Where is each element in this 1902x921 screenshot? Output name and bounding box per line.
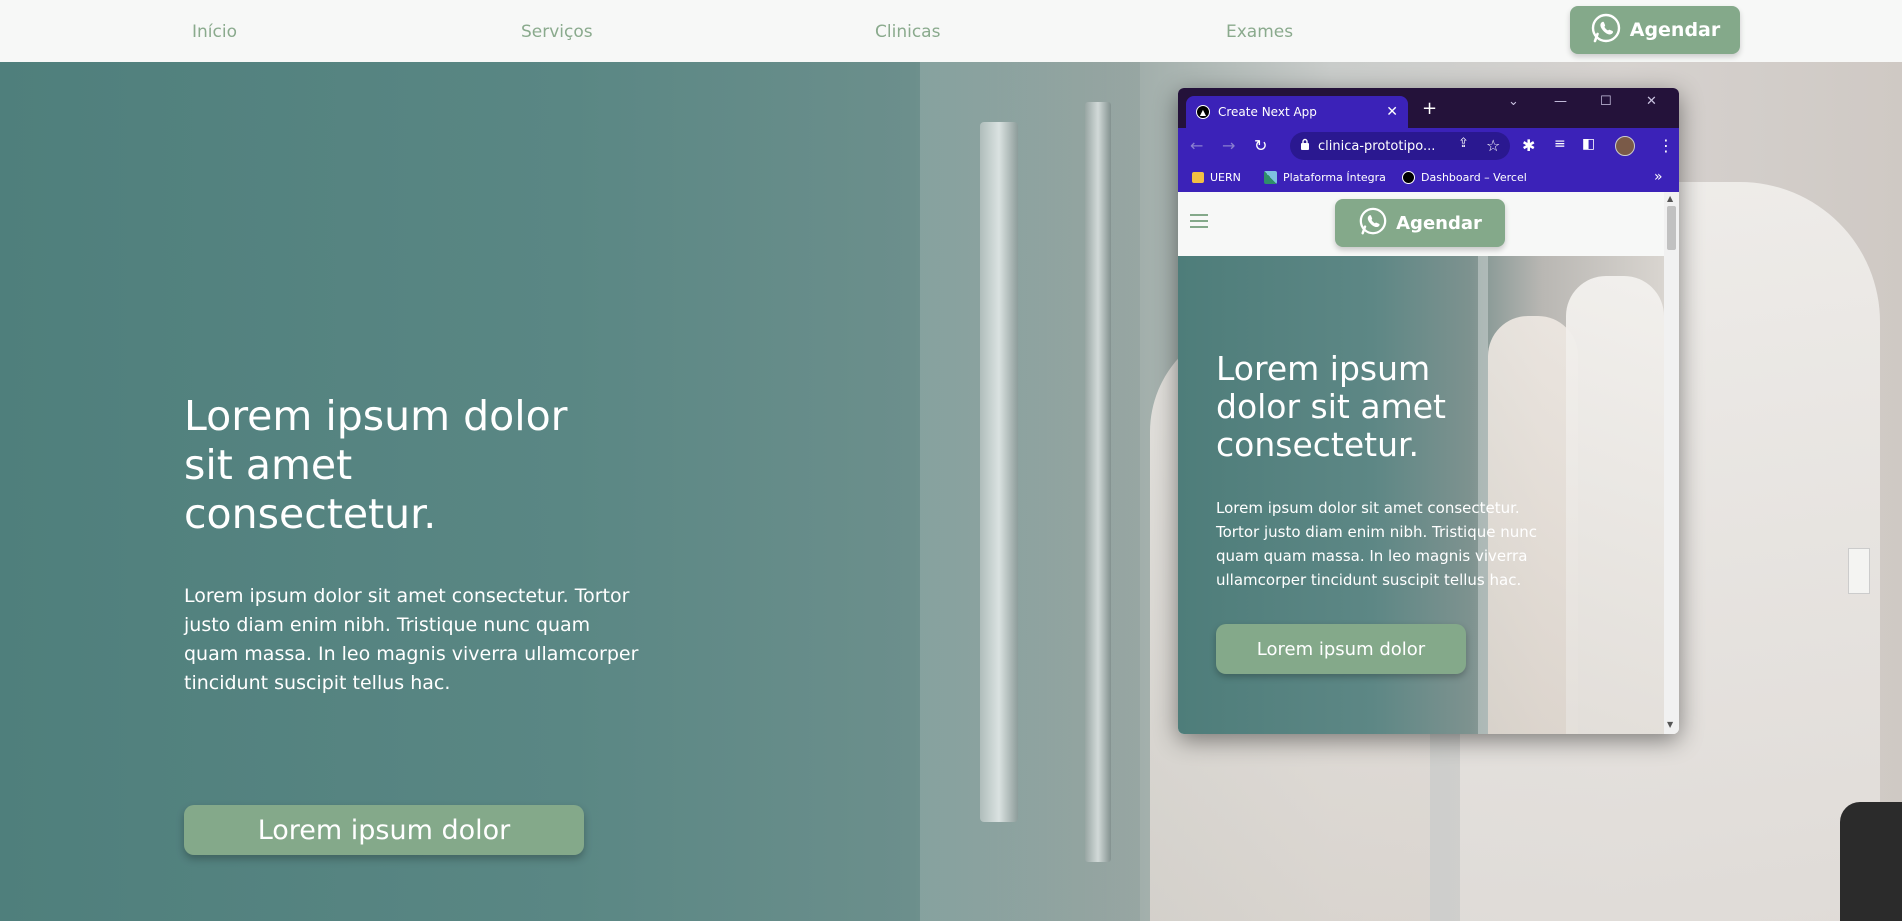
profile-avatar[interactable]: [1615, 136, 1635, 156]
tab-search-icon[interactable]: ⌄: [1508, 94, 1519, 109]
mobile-hero-description: Lorem ipsum dolor sit amet consectetur. …: [1216, 499, 1537, 589]
scroll-up-arrow-icon[interactable]: ▲: [1667, 194, 1673, 203]
mobile-hero: Lorem ipsum dolor sit amet consectetur. …: [1178, 256, 1664, 734]
browser-tab[interactable]: ▲ Create Next App ✕: [1186, 96, 1408, 128]
bg-door-handle-2: [1085, 102, 1111, 862]
mobile-hero-cta-button[interactable]: Lorem ipsum dolor: [1216, 624, 1466, 674]
minimize-button[interactable]: —: [1554, 94, 1567, 109]
agendar-label: Agendar: [1396, 212, 1482, 234]
forward-arrow-icon[interactable]: →: [1222, 136, 1235, 155]
bookmark-dashboard-vercel[interactable]: Dashboard – Vercel: [1402, 171, 1527, 184]
media-queue-icon[interactable]: ≡: [1554, 136, 1566, 152]
browser-window: ▲ Create Next App ✕ + ⌄ — ☐ ✕ ← → ↻ clin…: [1178, 88, 1679, 734]
bookmark-label: Plataforma Íntegra: [1283, 171, 1386, 184]
mobile-hero-title: Lorem ipsum dolor sit amet consectetur.: [1216, 349, 1446, 464]
folder-icon: [1192, 172, 1204, 183]
new-tab-button[interactable]: +: [1422, 98, 1437, 119]
nav-link-exames[interactable]: Exames: [1226, 22, 1293, 42]
bg-mobile-door: [1478, 256, 1488, 734]
bg-mobile-man: [1566, 276, 1664, 734]
extensions-puzzle-icon[interactable]: ✱: [1522, 136, 1535, 155]
hero-description: Lorem ipsum dolor sit amet consectetur. …: [184, 585, 639, 694]
whatsapp-icon: [1590, 12, 1622, 49]
nav-link-inicio[interactable]: Início: [192, 22, 237, 42]
top-navbar: Início Serviços Clinicas Exames Agendar: [0, 0, 1902, 62]
nav-link-clinicas[interactable]: Clinicas: [875, 22, 940, 42]
browser-tab-bar: ▲ Create Next App ✕ + ⌄ — ☐ ✕: [1178, 88, 1679, 128]
tab-title: Create Next App: [1218, 105, 1317, 119]
more-menu-icon[interactable]: ⋮: [1658, 136, 1674, 155]
agendar-button[interactable]: Agendar: [1570, 6, 1740, 54]
address-bar[interactable]: clinica-prototipo...: [1290, 132, 1510, 160]
mobile-navbar: Agendar: [1178, 192, 1664, 256]
mobile-scrollbar[interactable]: ▲ ▼: [1664, 192, 1679, 734]
nextjs-favicon-icon: ▲: [1196, 105, 1210, 119]
bookmark-uern[interactable]: UERN: [1192, 171, 1241, 184]
bg-light-switch: [1848, 548, 1870, 594]
scroll-thumb[interactable]: [1667, 206, 1676, 250]
reload-icon[interactable]: ↻: [1254, 136, 1267, 155]
lock-icon: [1300, 138, 1310, 154]
nav-link-servicos[interactable]: Serviços: [521, 22, 593, 42]
bookmarks-overflow-button[interactable]: »: [1654, 169, 1663, 185]
hero-cta-button[interactable]: Lorem ipsum dolor: [184, 805, 584, 855]
bookmarks-bar: UERN Plataforma Íntegra Dashboard – Verc…: [1178, 164, 1679, 192]
bookmark-star-icon[interactable]: ☆: [1486, 136, 1500, 155]
side-panel-icon[interactable]: ◧: [1582, 136, 1595, 152]
close-tab-icon[interactable]: ✕: [1386, 104, 1398, 120]
agendar-label: Agendar: [1629, 19, 1721, 41]
mobile-agendar-button[interactable]: Agendar: [1335, 199, 1505, 247]
bookmark-plataforma-integra[interactable]: Plataforma Íntegra: [1264, 171, 1386, 184]
bg-dark-object: [1840, 802, 1902, 921]
bg-door-handle: [980, 122, 1018, 822]
vercel-icon: [1402, 171, 1415, 184]
browser-toolbar: ← → ↻ clinica-prototipo... ⇪ ☆ ✱ ≡ ◧ ⋮: [1178, 128, 1679, 164]
whatsapp-icon: [1358, 206, 1388, 241]
maximize-button[interactable]: ☐: [1600, 94, 1612, 109]
mobile-viewport: Agendar Lorem ipsum dolor sit amet conse…: [1178, 192, 1664, 734]
bookmark-label: Dashboard – Vercel: [1421, 171, 1527, 184]
hero-title: Lorem ipsum dolor sit amet consectetur.: [184, 392, 568, 538]
close-window-button[interactable]: ✕: [1646, 94, 1657, 109]
integra-favicon-icon: [1264, 171, 1277, 184]
bookmark-label: UERN: [1210, 171, 1241, 184]
share-icon[interactable]: ⇪: [1458, 136, 1469, 151]
back-arrow-icon[interactable]: ←: [1190, 136, 1203, 155]
hamburger-menu-icon[interactable]: [1190, 214, 1208, 228]
scroll-down-arrow-icon[interactable]: ▼: [1667, 720, 1673, 729]
url-text: clinica-prototipo...: [1318, 138, 1436, 154]
